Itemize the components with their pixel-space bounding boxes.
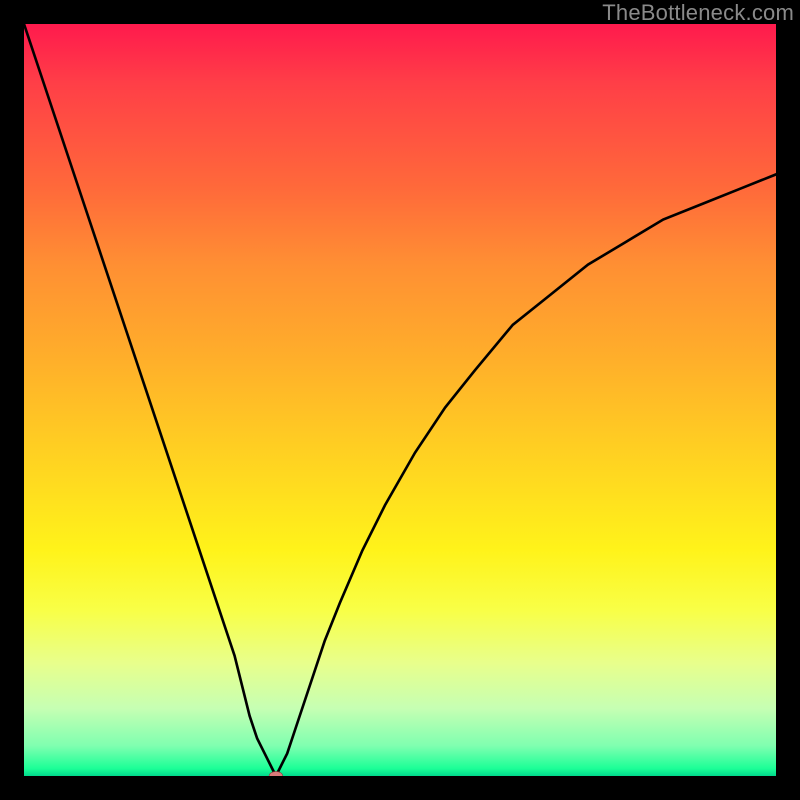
plot-area — [24, 24, 776, 776]
optimum-marker — [269, 771, 283, 776]
watermark-text: TheBottleneck.com — [602, 0, 794, 26]
curve-svg — [24, 24, 776, 776]
chart-frame: TheBottleneck.com — [0, 0, 800, 800]
bottleneck-curve — [24, 24, 776, 776]
